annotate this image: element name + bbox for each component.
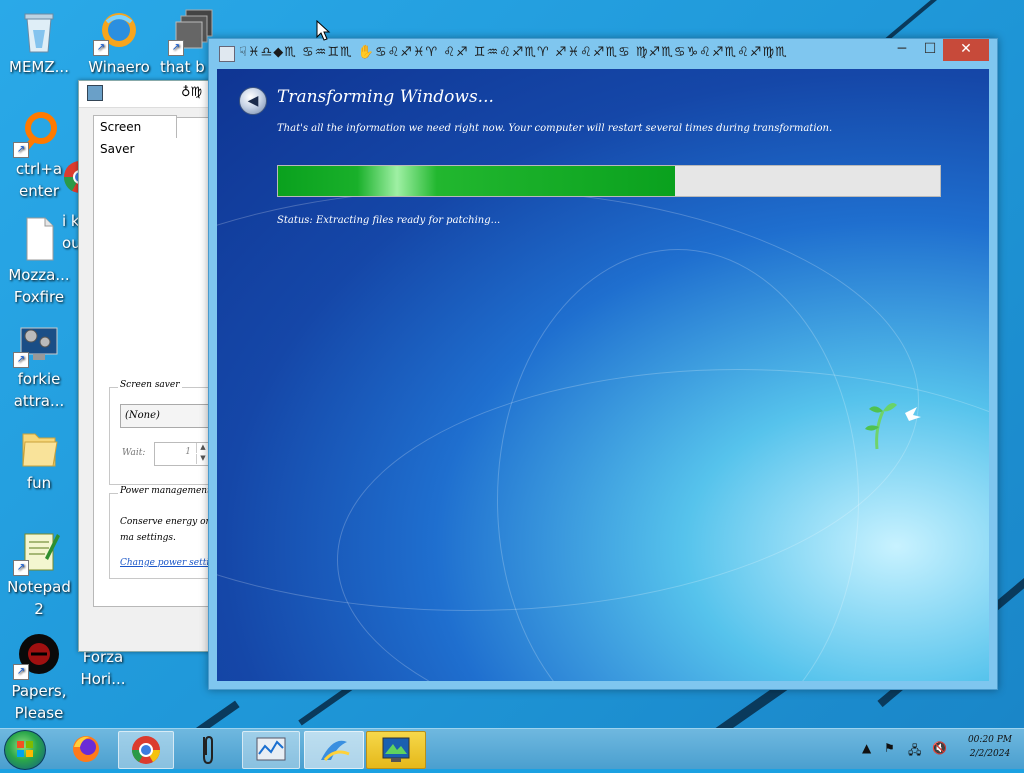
- wizard-content: ◀ Transforming Windows... That's all the…: [217, 69, 989, 681]
- back-arrow-button[interactable]: ◀: [239, 87, 267, 115]
- blank-document-icon: [17, 216, 61, 262]
- system-clock[interactable]: 00:20 PM 2/2/2024: [960, 733, 1020, 761]
- desktop-icon-label: Mozza... Foxfire: [8, 266, 70, 306]
- desktop-icon-forza[interactable]: Forza Hori...: [64, 646, 142, 690]
- performance-monitor-icon: [256, 737, 286, 761]
- recycle-bin-icon: [17, 8, 61, 54]
- notepad-icon: ↗: [13, 528, 61, 576]
- desktop-icon-that-b[interactable]: ↗ that b: [158, 8, 214, 78]
- minimize-button[interactable]: ─: [889, 39, 915, 61]
- window-title: ☟♓♎◆♏ ♋♒♊♏ ✋♋♌♐♓♈ ♌♐ ♊♒♌♐♏♈ ♐♓♌♐♏♋ ♍♐♏♋♑…: [239, 45, 788, 60]
- wait-value: 1: [185, 447, 191, 457]
- taskbar-performance-monitor[interactable]: [242, 731, 300, 769]
- bg-stroke: [177, 700, 240, 728]
- clock-date: 2/2/2024: [969, 749, 1011, 759]
- tab-screen-saver[interactable]: Screen Saver: [93, 115, 177, 156]
- taskbar: ▲ ⚑ 🖧 🔇 00:20 PM 2/2/2024: [0, 728, 1024, 770]
- taskbar-windows-setup[interactable]: [304, 731, 364, 769]
- desktop-icon-label: Notepad 2: [7, 578, 71, 618]
- taskbar-chrome[interactable]: [118, 731, 174, 769]
- desktop-icon-label: forkie attra...: [13, 370, 65, 410]
- back-window-app-icon: [87, 85, 103, 101]
- shortcut-arrow-icon: ↗: [13, 560, 29, 576]
- volume-muted-icon[interactable]: 🔇: [932, 741, 947, 755]
- taskbar-display-settings[interactable]: [366, 731, 426, 769]
- desktop-icon-forkie[interactable]: ↗ forkie attra...: [0, 320, 78, 412]
- orange-ring-icon: ↗: [13, 110, 61, 158]
- power-management-group: Power management Conserve energy or ma s…: [109, 486, 225, 579]
- progress-fill: [278, 166, 676, 196]
- shortcut-arrow-icon: ↗: [13, 142, 29, 158]
- wait-stepper[interactable]: 1 ▲ ▼: [154, 442, 210, 466]
- plant-bird-icon: [865, 403, 921, 450]
- back-window-title: ♁♍: [181, 85, 203, 100]
- desktop-icon-winaero[interactable]: ↗ Winaero: [80, 8, 158, 78]
- screen-saver-group-label: Screen saver: [118, 380, 182, 390]
- paperclip-icon: [203, 735, 213, 765]
- screen-saver-settings-window[interactable]: ♁♍ Screen Saver Screen saver (None) Wait…: [78, 80, 226, 652]
- chrome-icon: [132, 736, 160, 764]
- transformation-window[interactable]: ☟♓♎◆♏ ♋♒♊♏ ✋♋♌♐♓♈ ♌♐ ♊♒♌♐♏♈ ♐♓♌♐♏♋ ♍♐♏♋♑…: [208, 38, 998, 690]
- desktop-icon-notepad2[interactable]: ↗ Notepad 2: [0, 528, 78, 620]
- shortcut-arrow-icon: ↗: [13, 352, 29, 368]
- show-hidden-icons-chevron-icon[interactable]: ▲: [862, 741, 871, 755]
- firefox-icon: [73, 736, 99, 762]
- desktop-icon-label: that b: [160, 58, 205, 76]
- desktop-icon-label: MEMZ...: [9, 58, 69, 76]
- power-group-label: Power management: [118, 486, 213, 496]
- taskbar-paperclip[interactable]: [182, 731, 232, 767]
- shortcut-arrow-icon: ↗: [93, 40, 109, 56]
- desktop-icon-label: Winaero: [88, 58, 150, 76]
- windows-logo-icon: [17, 741, 33, 757]
- papers-please-icon: ↗: [13, 632, 61, 680]
- network-icon[interactable]: 🖧: [908, 741, 921, 762]
- desktop-icon-mozza-foxfire[interactable]: Mozza... Foxfire: [0, 216, 78, 308]
- taskbar-firefox[interactable]: [62, 731, 110, 767]
- back-window-titlebar[interactable]: ♁♍: [79, 81, 219, 108]
- window-app-icon: [219, 46, 235, 62]
- maximize-button[interactable]: ☐: [917, 39, 943, 61]
- wait-label: Wait:: [122, 448, 146, 458]
- clock-time: 00:20 PM: [967, 735, 1013, 745]
- power-description: Conserve energy or ma settings.: [120, 517, 210, 543]
- desktop-icon-label: fun: [26, 474, 52, 492]
- monitor-gear-icon: ↗: [13, 320, 61, 368]
- status-text: Status: Extracting files ready for patch…: [277, 215, 501, 226]
- shortcut-arrow-icon: ↗: [168, 40, 184, 56]
- folder-icon: [17, 424, 61, 470]
- start-orb-icon[interactable]: [4, 730, 46, 770]
- transformation-progress-bar: [277, 165, 941, 197]
- mouse-cursor-icon: [316, 20, 331, 41]
- desktop-icon-label: Forza Hori...: [80, 648, 126, 688]
- desktop-icon-fun-folder[interactable]: fun: [0, 424, 78, 494]
- screen-saver-group: Screen saver (None) Wait: 1 ▲ ▼: [109, 380, 226, 485]
- windows-setup-icon: [321, 740, 350, 762]
- display-settings-icon: [382, 737, 410, 762]
- action-center-flag-icon[interactable]: ⚑: [884, 741, 895, 755]
- info-text: That's all the information we need right…: [277, 123, 833, 134]
- winaero-icon: ↗: [93, 8, 141, 56]
- close-button[interactable]: ✕: [943, 39, 989, 61]
- desktop-icon-recycle-bin[interactable]: MEMZ...: [0, 8, 78, 78]
- page-title: Transforming Windows...: [277, 87, 494, 107]
- shortcut-arrow-icon: ↗: [13, 664, 29, 680]
- main-window-titlebar[interactable]: ☟♓♎◆♏ ♋♒♊♏ ✋♋♌♐♓♈ ♌♐ ♊♒♌♐♏♈ ♐♓♌♐♏♋ ♍♐♏♋♑…: [209, 39, 997, 69]
